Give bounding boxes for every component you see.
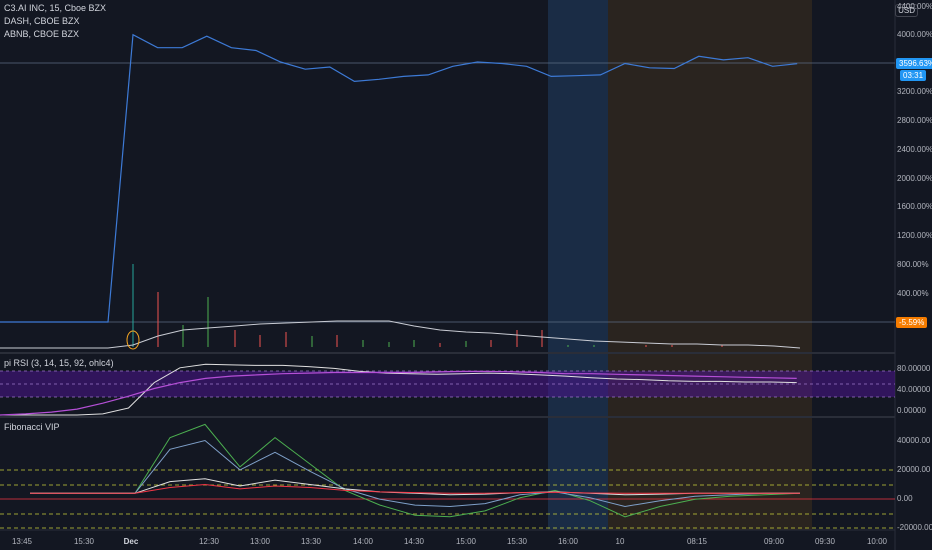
- price-axis-label: 800.00%: [897, 260, 929, 269]
- bar-countdown-tag: 03:31: [900, 70, 927, 81]
- price-axis-label: 2000.00%: [897, 174, 932, 183]
- time-axis-label: 14:30: [403, 537, 425, 546]
- rsi-axis-label: 80.00000: [897, 364, 931, 373]
- time-axis-label: 14:00: [352, 537, 374, 546]
- time-axis-label: 13:30: [300, 537, 322, 546]
- price-axis-label: 4400.00%: [897, 2, 932, 11]
- rsi-indicator-title[interactable]: pi RSI (3, 14, 15, 92, ohlc4): [4, 358, 114, 368]
- fib-indicator-title[interactable]: Fibonacci VIP: [4, 422, 60, 432]
- time-axis-label: 16:00: [557, 537, 579, 546]
- legend-compare-dash[interactable]: DASH, CBOE BZX: [4, 16, 80, 26]
- fib-axis-label: 0.00: [897, 494, 913, 503]
- time-axis-label: 09:00: [763, 537, 785, 546]
- legend-main-symbol[interactable]: C3.AI INC, 15, Cboe BZX: [4, 3, 106, 13]
- rsi-axis-label: 0.00000: [897, 406, 926, 415]
- rsi-axis-label: 40.00000: [897, 385, 931, 394]
- time-axis-label: 15:00: [455, 537, 477, 546]
- last-price-tag: 3596.63%: [896, 58, 932, 69]
- chart-canvas[interactable]: [0, 0, 932, 550]
- time-axis-label: 15:30: [73, 537, 95, 546]
- price-axis-label: 2800.00%: [897, 116, 932, 125]
- time-axis-label: 09:30: [814, 537, 836, 546]
- price-axis-label: 1600.00%: [897, 202, 932, 211]
- compare-value-tag: -5.59%: [896, 317, 928, 328]
- fib-axis-label: 20000.00: [897, 465, 931, 474]
- time-axis-label: 10: [615, 537, 625, 546]
- time-axis-label: 12:30: [198, 537, 220, 546]
- session-highlight-orange: [608, 0, 812, 530]
- price-axis-label: 4000.00%: [897, 30, 932, 39]
- price-axis-label: 400.00%: [897, 289, 929, 298]
- fib-axis-label: 40000.00: [897, 436, 931, 445]
- fib-axis-label: -20000.00: [897, 523, 932, 532]
- price-axis-label: 2400.00%: [897, 145, 932, 154]
- price-axis-label: 3200.00%: [897, 87, 932, 96]
- price-axis-label: 1200.00%: [897, 231, 932, 240]
- time-axis-label: Dec: [123, 537, 139, 546]
- legend-compare-abnb[interactable]: ABNB, CBOE BZX: [4, 29, 79, 39]
- time-axis-label: 08:15: [686, 537, 708, 546]
- time-axis-label: 13:00: [249, 537, 271, 546]
- time-axis-label: 10:00: [866, 537, 888, 546]
- time-axis-label: 15:30: [506, 537, 528, 546]
- session-highlight-blue: [548, 0, 608, 530]
- time-axis-label: 13:45: [11, 537, 33, 546]
